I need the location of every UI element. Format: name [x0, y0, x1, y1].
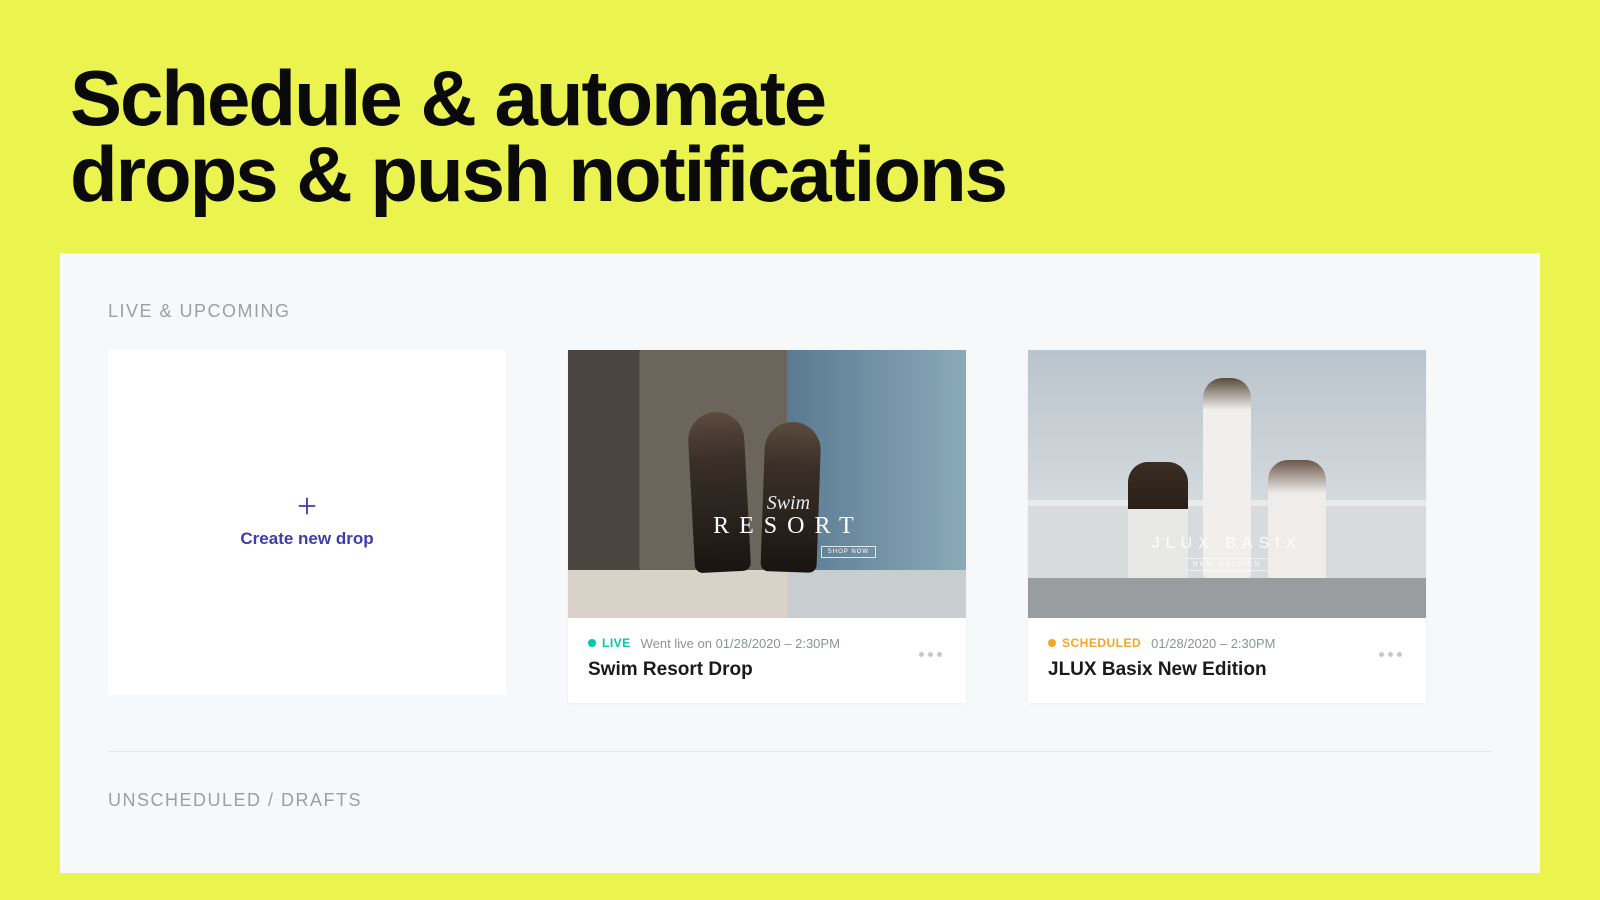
- plus-icon: [296, 495, 318, 517]
- status-dot-icon: [588, 639, 596, 647]
- status-date: 01/28/2020 – 2:30PM: [1151, 636, 1275, 651]
- dots-icon: [1379, 652, 1384, 657]
- create-new-drop-label: Create new drop: [240, 529, 373, 549]
- hero-line-1: Schedule & automate: [70, 54, 825, 142]
- drop-card-swim-resort[interactable]: Swim RESORT SHOP NOW LIVE Went live on 0…: [568, 350, 966, 703]
- status-row: LIVE Went live on 01/28/2020 – 2:30PM: [588, 636, 946, 651]
- more-options-button[interactable]: [913, 646, 948, 663]
- hero-title: Schedule & automate drops & push notific…: [0, 0, 1600, 253]
- status-date: Went live on 01/28/2020 – 2:30PM: [641, 636, 840, 651]
- status-row: SCHEDULED 01/28/2020 – 2:30PM: [1048, 636, 1406, 651]
- status-badge: LIVE: [602, 636, 631, 650]
- status-dot-icon: [1048, 639, 1056, 647]
- status-badge: SCHEDULED: [1062, 636, 1141, 650]
- drop-title: JLUX Basix New Edition: [1048, 659, 1406, 681]
- drop-meta: LIVE Went live on 01/28/2020 – 2:30PM Sw…: [568, 618, 966, 703]
- drop-image: Swim RESORT SHOP NOW: [568, 350, 966, 618]
- create-new-drop-card[interactable]: Create new drop: [108, 350, 506, 695]
- cards-row: Create new drop Swim RESORT SHOP NOW LIV…: [108, 350, 1492, 703]
- drop-card-jlux-basix[interactable]: JLUX BASIX NEW EDITION SCHEDULED 01/28/2…: [1028, 350, 1426, 703]
- drop-image: JLUX BASIX NEW EDITION: [1028, 350, 1426, 618]
- image-overlay: Swim RESORT SHOP NOW: [701, 492, 876, 558]
- section-label-live-upcoming: LIVE & UPCOMING: [108, 301, 1492, 322]
- hero-line-2: drops & push notifications: [70, 130, 1006, 218]
- main-panel: LIVE & UPCOMING Create new drop Swim RES…: [60, 253, 1540, 873]
- dots-icon: [919, 652, 924, 657]
- section-divider: [108, 751, 1492, 752]
- image-overlay: JLUX BASIX NEW EDITION: [1152, 535, 1303, 571]
- drop-title: Swim Resort Drop: [588, 659, 946, 681]
- drop-meta: SCHEDULED 01/28/2020 – 2:30PM JLUX Basix…: [1028, 618, 1426, 703]
- more-options-button[interactable]: [1373, 646, 1408, 663]
- section-label-drafts: UNSCHEDULED / DRAFTS: [108, 790, 1492, 811]
